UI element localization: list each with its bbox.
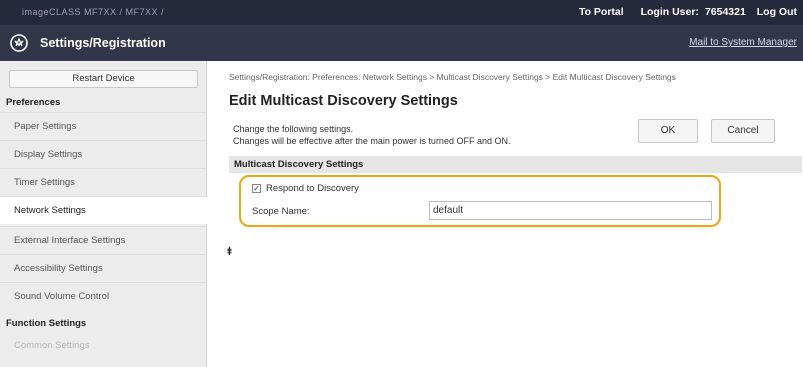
sidebar-item-network-settings[interactable]: Network Settings bbox=[0, 196, 208, 224]
top-links: To Portal Login User: 7654321 Log Out bbox=[565, 6, 797, 18]
section-heading: Multicast Discovery Settings bbox=[229, 156, 802, 173]
restart-device-button[interactable]: Restart Device bbox=[9, 70, 198, 88]
title-bar: Settings/Registration Mail to System Man… bbox=[0, 25, 803, 61]
respond-to-discovery-checkbox[interactable]: ✓ bbox=[252, 184, 261, 193]
sidebar-item-sound-volume-control[interactable]: Sound Volume Control bbox=[0, 282, 207, 310]
breadcrumb: Settings/Registration: Preferences: Netw… bbox=[229, 72, 676, 82]
settings-logo-icon bbox=[10, 34, 28, 52]
sidebar-item-accessibility-settings[interactable]: Accessibility Settings bbox=[0, 254, 207, 282]
mail-to-system-manager-link[interactable]: Mail to System Manager bbox=[689, 37, 797, 48]
sidebar-item-external-interface-settings[interactable]: External Interface Settings bbox=[0, 226, 207, 254]
sidebar-item-common-settings[interactable]: Common Settings bbox=[0, 332, 207, 360]
logout-link[interactable]: Log Out bbox=[757, 6, 797, 18]
sidebar-item-display-settings[interactable]: Display Settings bbox=[0, 140, 207, 168]
page-title: Edit Multicast Discovery Settings bbox=[229, 93, 458, 109]
respond-to-discovery-label: Respond to Discovery bbox=[266, 183, 359, 194]
to-portal-link[interactable]: To Portal bbox=[579, 6, 624, 18]
sidebar-item-timer-settings[interactable]: Timer Settings bbox=[0, 168, 207, 196]
cancel-button[interactable]: Cancel bbox=[711, 119, 775, 143]
sidebar-heading-preferences: Preferences bbox=[6, 97, 61, 108]
login-user-value: 7654321 bbox=[704, 6, 746, 18]
login-user-label: Login User: bbox=[640, 6, 699, 18]
device-name: imageCLASS MF7XX / MF7XX / bbox=[22, 7, 165, 17]
sidebar: Restart Device Preferences Paper Setting… bbox=[0, 61, 208, 367]
top-bar: imageCLASS MF7XX / MF7XX / To Portal Log… bbox=[0, 0, 803, 25]
app-title: Settings/Registration bbox=[40, 36, 166, 50]
description-line-2: Changes will be effective after the main… bbox=[233, 136, 511, 146]
sidebar-heading-function-settings: Function Settings bbox=[6, 318, 87, 329]
main-content: Settings/Registration: Preferences: Netw… bbox=[218, 61, 803, 367]
ok-button[interactable]: OK bbox=[638, 119, 698, 143]
description-line-1: Change the following settings. bbox=[233, 124, 354, 134]
sidebar-item-paper-settings[interactable]: Paper Settings bbox=[0, 112, 207, 140]
scope-name-label: Scope Name: bbox=[252, 206, 310, 217]
back-to-top-icon[interactable]: ⯒ bbox=[227, 243, 232, 262]
scope-name-input[interactable] bbox=[429, 201, 712, 220]
